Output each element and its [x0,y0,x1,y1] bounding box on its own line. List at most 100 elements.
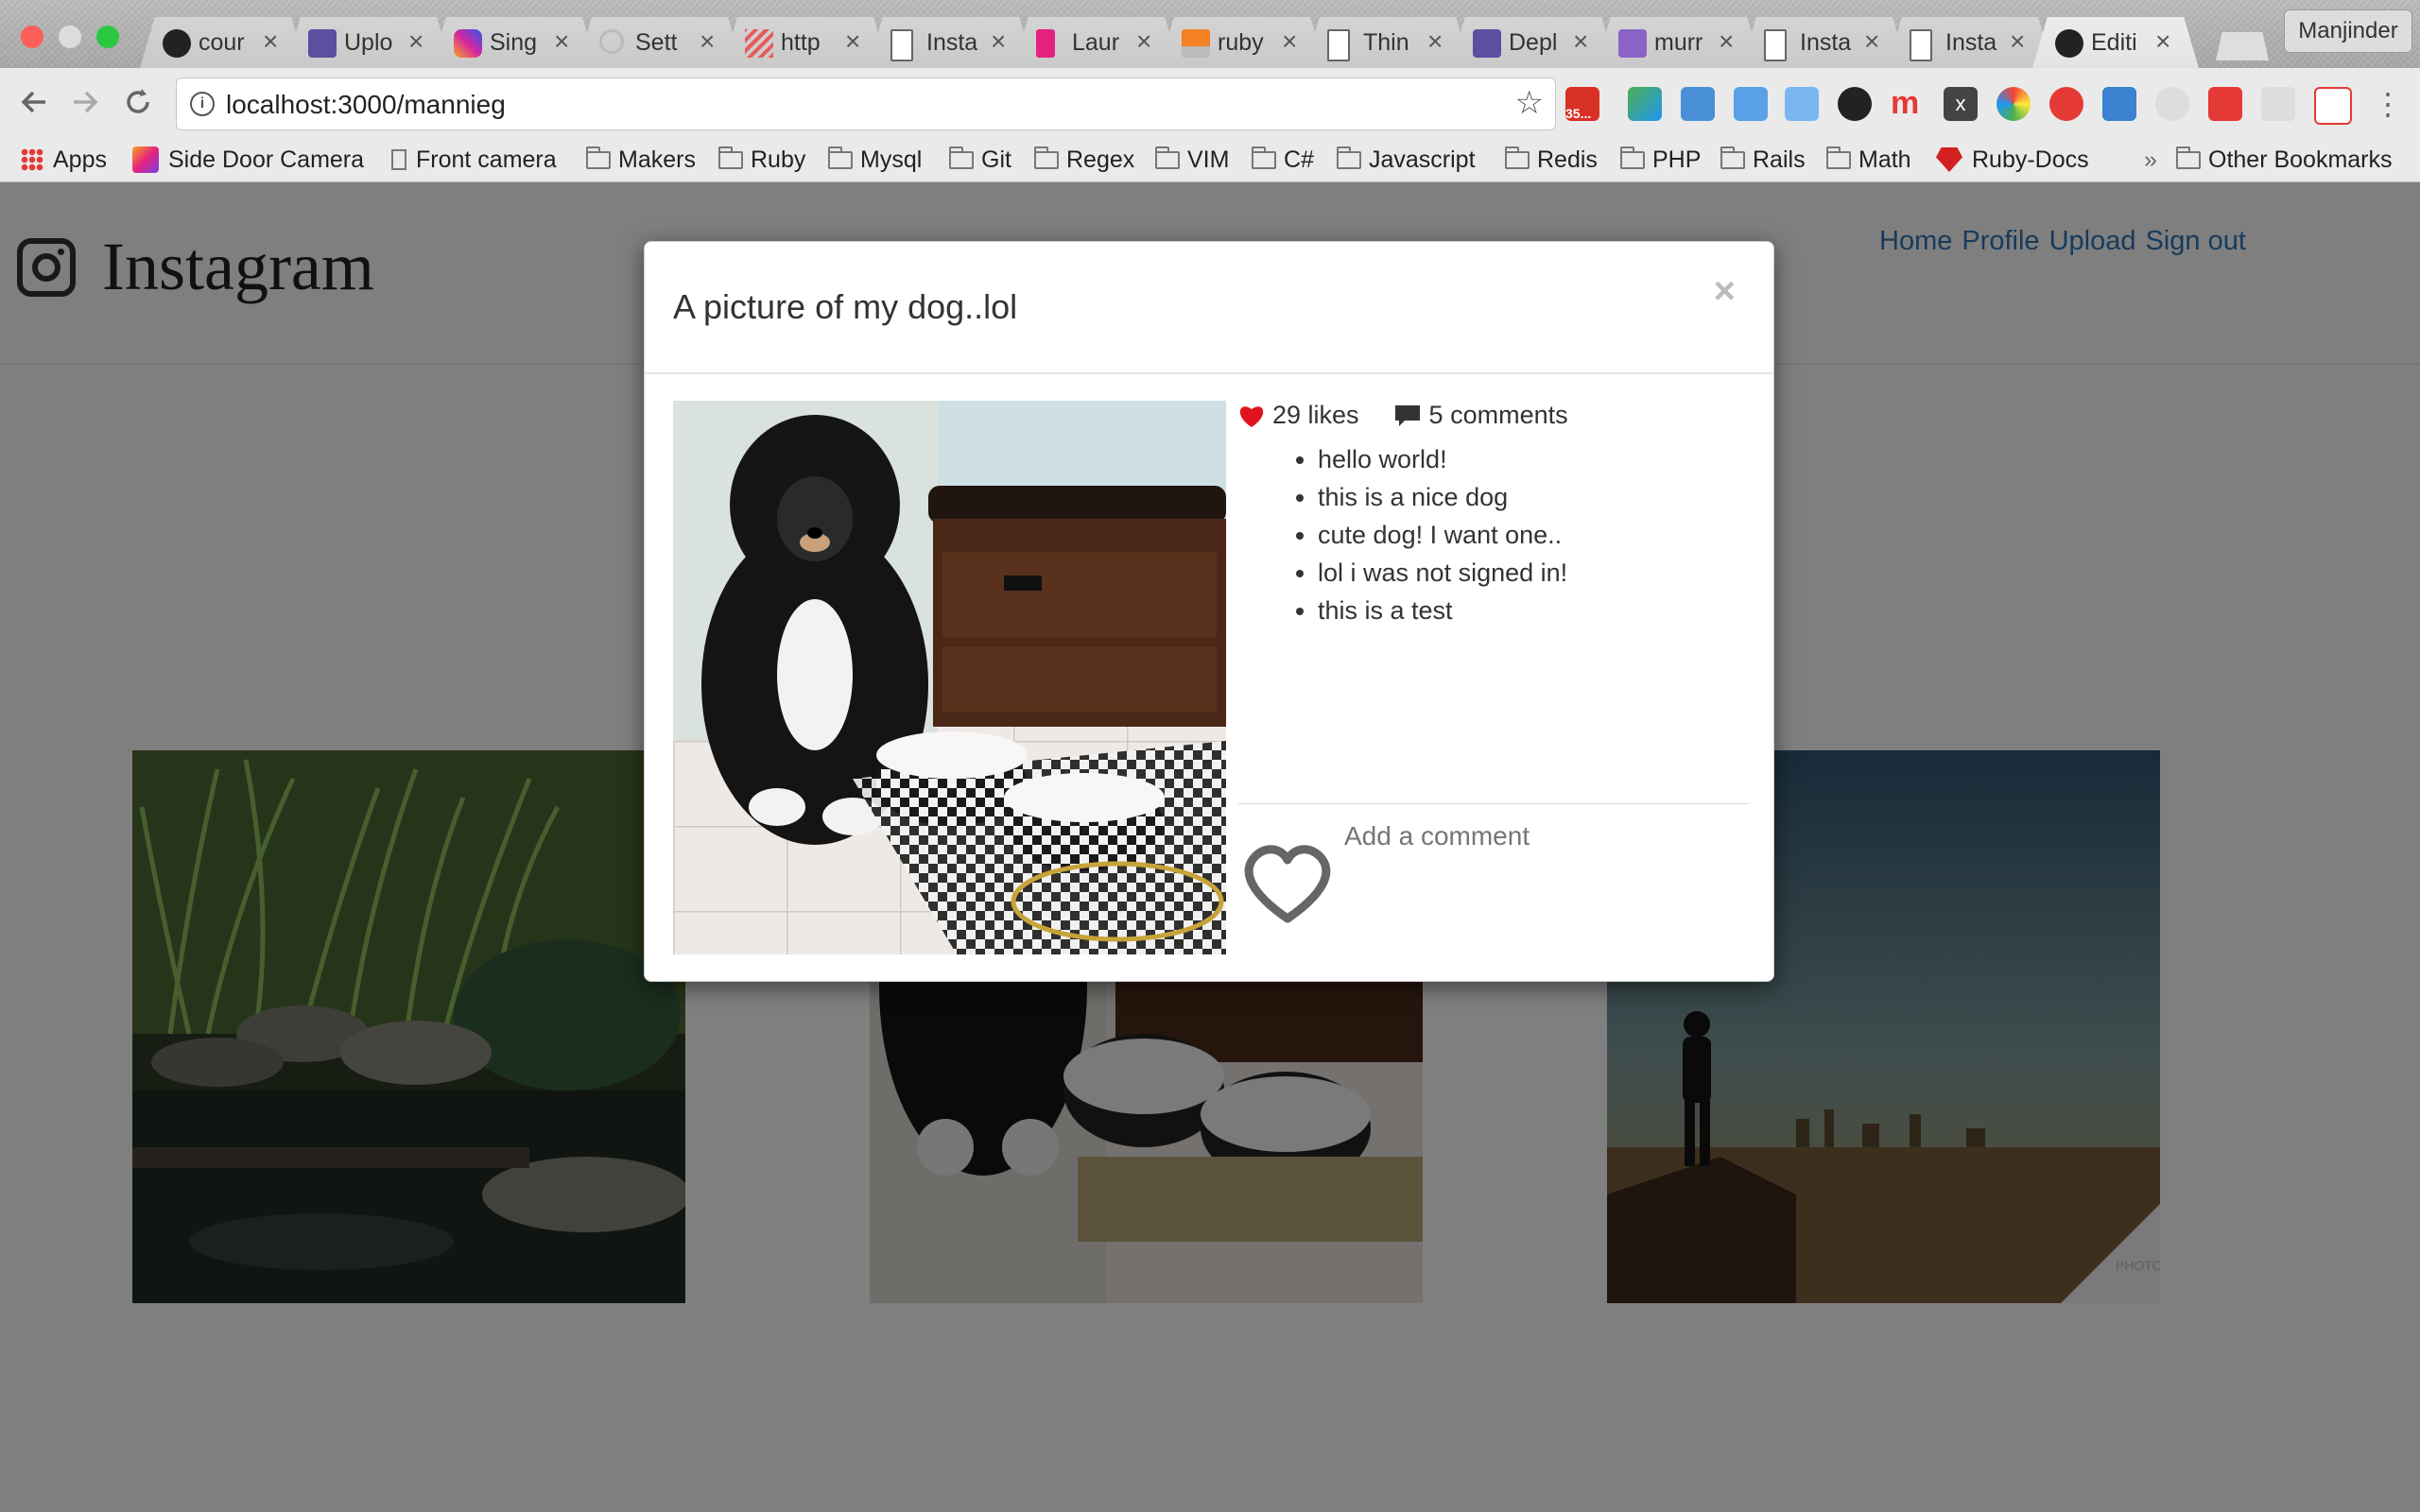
tab-close-icon[interactable]: × [554,26,569,57]
url-text[interactable]: localhost:3000/mannieg [226,90,506,120]
tab-close-icon[interactable]: × [2155,26,2170,57]
tab-title: Sett [635,29,678,56]
tab[interactable]: cour × [140,17,306,68]
tab[interactable]: Sett × [577,17,743,68]
laurel-icon [1036,29,1055,58]
new-tab-button[interactable] [2216,32,2269,60]
comment-bubble-icon [1394,404,1420,426]
menu-icon[interactable]: ⋮ [2371,87,2405,121]
add-comment-input[interactable] [1342,820,1724,852]
bookmark-apps[interactable]: Apps [21,144,107,176]
bookmark-folder-math[interactable]: Math [1826,144,1911,176]
tab-close-icon[interactable]: × [991,26,1006,57]
window-extension-icon[interactable] [1681,87,1715,121]
bookmark-folder-vim[interactable]: VIM [1155,144,1229,176]
bookmark-folder-rails[interactable]: Rails [1720,144,1806,176]
github-icon [163,29,191,58]
tab-active[interactable]: Editi × [2032,17,2199,68]
modal-dog-photo [673,401,1226,954]
folder-icon [586,146,611,169]
tab-close-icon[interactable]: × [263,26,278,57]
tab-close-icon[interactable]: × [2010,26,2025,57]
tab[interactable]: Sing × [431,17,597,68]
bookmark-ruby-docs[interactable]: Ruby-Docs [1936,144,2089,176]
bookmark-label: Ruby [751,146,806,173]
m-extension-icon[interactable]: m [1891,87,1925,121]
bookmark-label: Rails [1753,146,1806,173]
bookmark-front-camera[interactable]: Front camera [391,144,557,176]
likes-count: 29 likes [1272,401,1359,429]
comment-list: hello world! this is a nice dog cute dog… [1284,440,1567,629]
tab[interactable]: murr × [1596,17,1762,68]
bookmark-folder-ruby[interactable]: Ruby [718,144,805,176]
bookmark-folder-regex[interactable]: Regex [1034,144,1134,176]
folder-icon [2176,146,2201,169]
maximize-window-button[interactable] [96,26,119,48]
comment-item: hello world! [1318,440,1567,478]
tab[interactable]: Thin × [1305,17,1471,68]
bookmark-other-bookmarks[interactable]: Other Bookmarks [2176,144,2393,176]
bookmark-folder-php[interactable]: PHP [1620,144,1701,176]
forward-button[interactable] [68,83,102,129]
comment-item: lol i was not signed in! [1318,554,1567,592]
minimize-window-button[interactable] [59,26,81,48]
bulb-extension-icon[interactable] [2155,87,2189,121]
heart-outline-icon [1244,845,1331,923]
close-window-button[interactable] [21,26,43,48]
tab[interactable]: ruby × [1159,17,1325,68]
download-extension-icon[interactable] [2102,87,2136,121]
gmail-extension-icon[interactable]: 35... [1565,87,1599,121]
bookmark-star-icon[interactable]: ☆ [1515,84,1544,122]
reload-button[interactable] [121,83,155,129]
camera-logo-icon [132,146,159,173]
bookmark-folder-mysql[interactable]: Mysql [828,144,922,176]
tab-close-icon[interactable]: × [1282,26,1297,57]
tab[interactable]: Depl × [1450,17,1616,68]
bookmark-folder-git[interactable]: Git [949,144,1011,176]
tab-close-icon[interactable]: × [1864,26,1879,57]
tab[interactable]: http × [722,17,889,68]
tab[interactable]: Uplo × [285,17,452,68]
tab-close-icon[interactable]: × [1136,26,1151,57]
tab-extension-icon[interactable] [1734,87,1768,121]
address-bar[interactable]: i localhost:3000/mannieg ☆ [176,77,1556,130]
forward-arrow-icon [74,91,98,113]
tab[interactable]: Insta × [1741,17,1908,68]
plus-extension-icon[interactable] [2314,87,2352,125]
bookmark-label: Regex [1066,146,1135,173]
tab-close-icon[interactable]: × [1427,26,1443,57]
modal-close-button[interactable]: × [1714,270,1736,313]
tab-close-icon[interactable]: × [845,26,860,57]
info-icon[interactable]: i [190,92,215,116]
tab[interactable]: Insta × [1887,17,2053,68]
tab[interactable]: Laur × [1013,17,1180,68]
tab-title: Uplo [344,29,393,56]
tab-title: murr [1654,29,1703,56]
camera-extension-icon[interactable] [1838,87,1872,121]
bookmark-folder-redis[interactable]: Redis [1505,144,1598,176]
bookmark-folder-csharp[interactable]: C# [1252,144,1314,176]
calendar-extension-icon[interactable] [1785,87,1819,121]
tab-title: cour [199,29,245,56]
bookmark-side-door-camera[interactable]: Side Door Camera [132,144,364,176]
x-extension-icon[interactable]: x [1944,87,1978,121]
forward-extension-icon[interactable] [2208,87,2242,121]
bookmark-folder-makers[interactable]: Makers [586,144,696,176]
bookmarks-overflow-button[interactable]: » [2144,144,2157,176]
tab-title: Sing [490,29,538,56]
color-extension-icon[interactable] [1996,87,2031,121]
tab-close-icon[interactable]: × [700,26,715,57]
tab-close-icon[interactable]: × [1719,26,1734,57]
back-button[interactable] [17,83,51,129]
comment-item: cute dog! I want one.. [1318,516,1567,554]
profile-button[interactable]: Manjinder [2284,9,2412,53]
opera-extension-icon[interactable] [2049,87,2083,121]
bookmark-folder-javascript[interactable]: Javascript [1337,144,1476,176]
share-extension-icon[interactable] [2261,87,2295,121]
ruby-gem-icon [1936,147,1962,172]
tab-close-icon[interactable]: × [1573,26,1588,57]
like-button[interactable] [1242,843,1333,924]
maps-extension-icon[interactable] [1628,87,1662,121]
tab-close-icon[interactable]: × [408,26,424,57]
tab[interactable]: Insta × [868,17,1034,68]
